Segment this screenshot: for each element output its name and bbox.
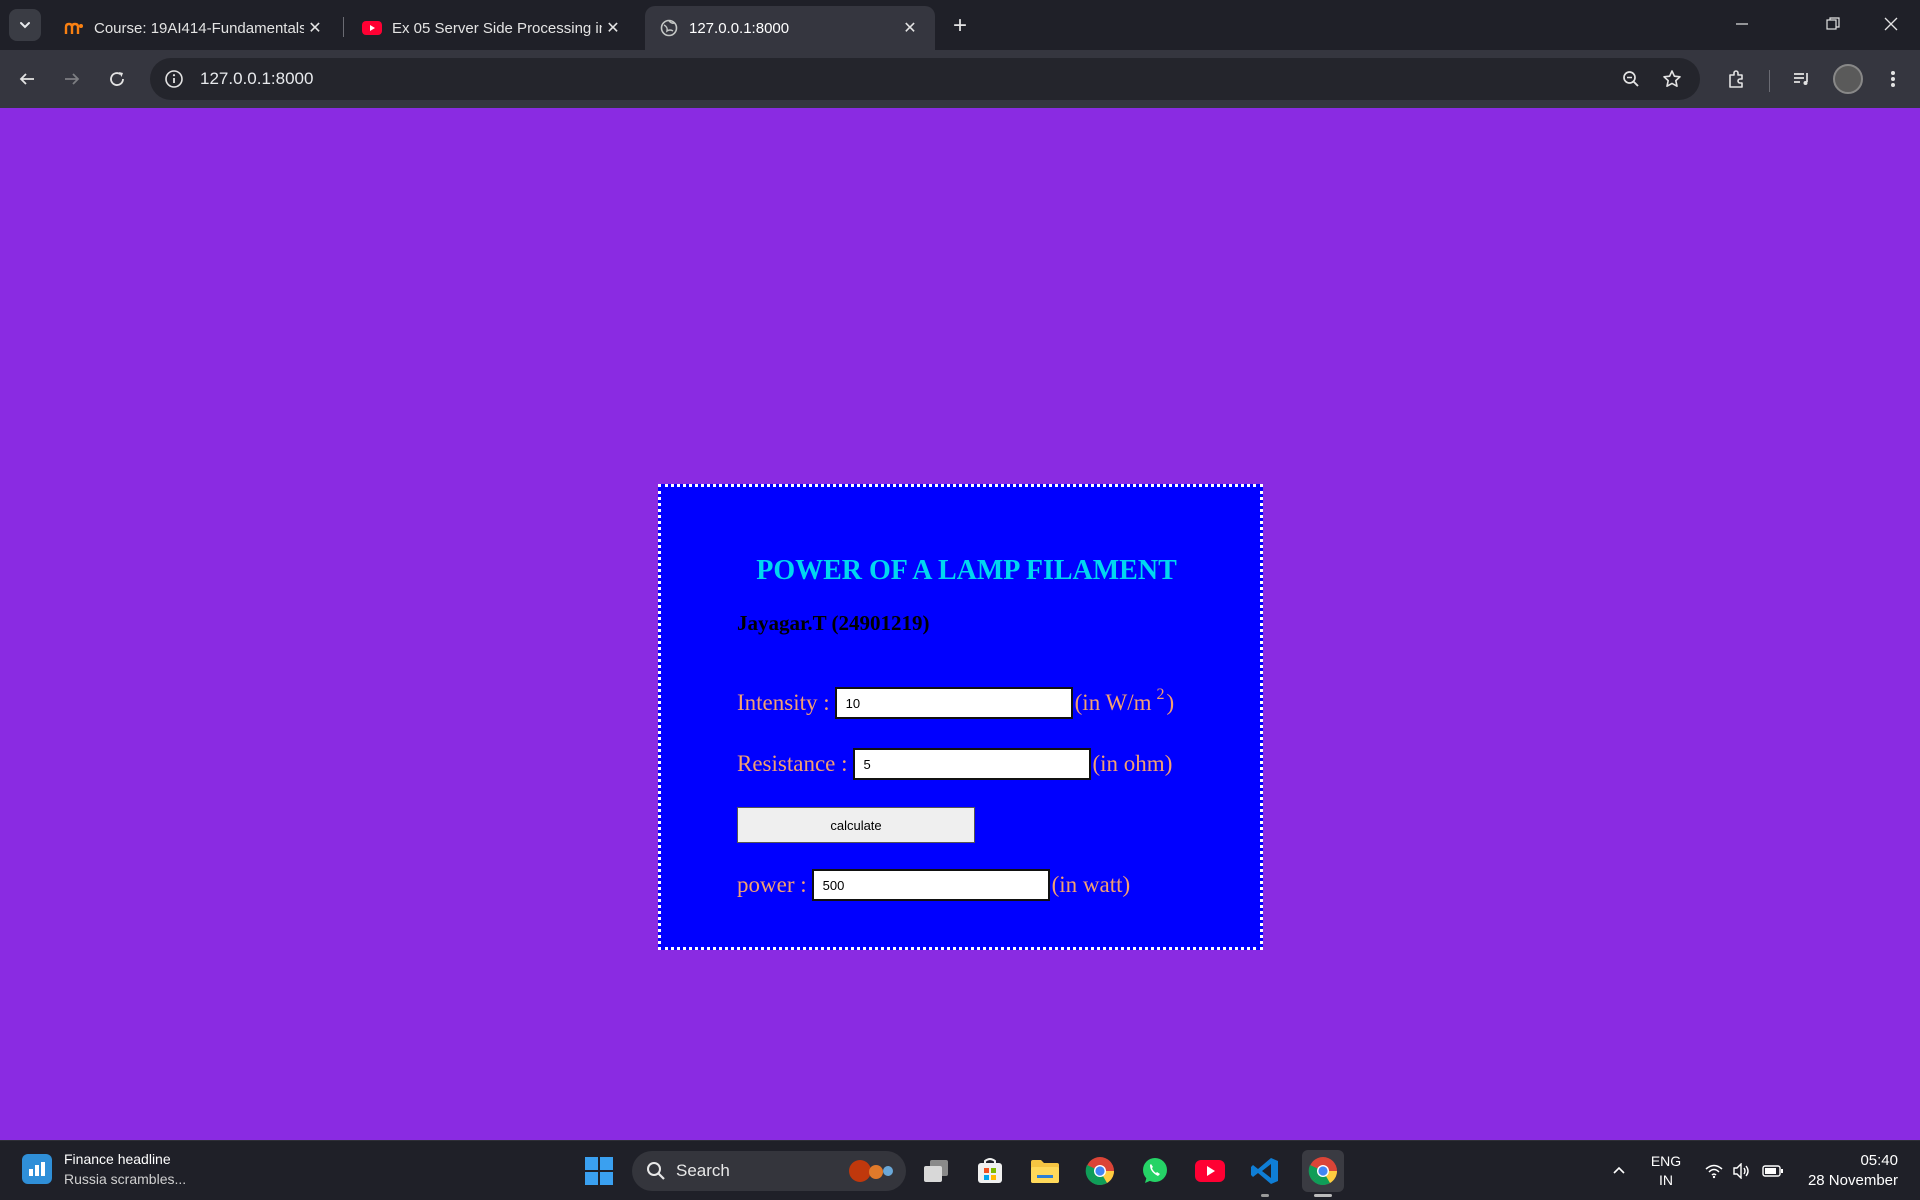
intensity-label: Intensity : xyxy=(737,690,830,715)
power-row: power : (in watt) xyxy=(737,869,1130,901)
battery-icon[interactable] xyxy=(1755,1153,1791,1189)
tab-title: 127.0.0.1:8000 xyxy=(689,19,790,37)
search-label: Search xyxy=(676,1161,730,1180)
chrome-active-icon[interactable] xyxy=(1302,1150,1344,1197)
power-label: power : xyxy=(737,872,807,897)
profile-avatar[interactable] xyxy=(1833,64,1863,94)
clock-date: 28 November xyxy=(1807,1172,1898,1189)
calculate-button[interactable]: calculate xyxy=(737,807,975,843)
file-explorer-icon[interactable] xyxy=(1027,1153,1063,1189)
more-menu-icon[interactable] xyxy=(1876,62,1910,96)
chrome-icon[interactable] xyxy=(1082,1153,1118,1189)
windows-start-icon[interactable] xyxy=(581,1153,617,1189)
back-arrow-icon[interactable] xyxy=(10,62,44,96)
intensity-row: Intensity : (in W/m2) xyxy=(737,686,1175,719)
resistance-input[interactable] xyxy=(852,748,1091,780)
youtube-app-icon[interactable] xyxy=(1192,1153,1228,1189)
youtube-icon xyxy=(362,18,382,38)
power-unit: (in watt) xyxy=(1051,872,1131,897)
microsoft-store-icon[interactable] xyxy=(972,1153,1008,1189)
tab-separator xyxy=(343,17,344,37)
widget-title: Finance headline xyxy=(64,1151,171,1167)
taskbar-search[interactable]: Search xyxy=(632,1151,906,1191)
media-controls-icon[interactable] xyxy=(1785,62,1819,96)
browser-toolbar: 127.0.0.1:8000 xyxy=(0,50,1920,108)
chevron-down-icon xyxy=(20,22,30,29)
tab-title: Course: 19AI414-Fundamentals xyxy=(94,19,304,37)
globe-icon xyxy=(659,18,679,38)
widget-subtitle: Russia scrambles... xyxy=(64,1171,187,1187)
new-tab-plus-icon[interactable]: + xyxy=(946,12,974,40)
language-indicator[interactable]: ENG IN xyxy=(1645,1141,1687,1200)
close-icon[interactable]: ✕ xyxy=(602,17,624,39)
close-icon[interactable]: ✕ xyxy=(899,17,921,39)
tab-title: Ex 05 Server Side Processing in xyxy=(392,19,602,37)
vscode-icon[interactable] xyxy=(1247,1153,1283,1197)
running-indicator xyxy=(1261,1194,1269,1197)
url-text: 127.0.0.1:8000 xyxy=(200,69,314,88)
finance-chart-icon xyxy=(22,1154,52,1184)
power-output[interactable] xyxy=(811,869,1050,901)
news-widget[interactable]: Finance headline Russia scrambles... xyxy=(22,1149,186,1189)
reload-icon[interactable] xyxy=(100,62,134,96)
chevron-up-icon[interactable] xyxy=(1601,1153,1637,1189)
minimize-icon[interactable] xyxy=(1722,8,1762,40)
taskbar: Finance headline Russia scrambles... Sea… xyxy=(0,1140,1920,1200)
toolbar-divider xyxy=(1769,70,1770,92)
moodle-icon xyxy=(64,18,84,38)
clock-time: 05:40 xyxy=(1860,1152,1898,1169)
page-title: POWER OF A LAMP FILAMENT xyxy=(756,555,1177,586)
tab-course[interactable]: Course: 19AI414-Fundamentals ✕ xyxy=(50,6,340,50)
task-view-icon[interactable] xyxy=(918,1153,954,1189)
search-highlight-icon xyxy=(849,1160,893,1182)
resistance-row: Resistance : (in ohm) xyxy=(737,748,1172,780)
author-name: Jayagar.T (24901219) xyxy=(737,611,930,635)
tab-localhost[interactable]: 127.0.0.1:8000 ✕ xyxy=(645,6,935,50)
zoom-icon[interactable] xyxy=(1614,62,1648,96)
tab-strip: Course: 19AI414-Fundamentals ✕ Ex 05 Ser… xyxy=(0,0,1920,50)
extensions-icon[interactable] xyxy=(1719,62,1753,96)
calculator-card: POWER OF A LAMP FILAMENT Jayagar.T (2490… xyxy=(658,484,1263,950)
intensity-input[interactable] xyxy=(834,687,1073,719)
bookmark-star-icon[interactable] xyxy=(1655,62,1689,96)
active-indicator xyxy=(1314,1194,1332,1197)
system-clock[interactable]: 05:40 28 November xyxy=(1790,1141,1910,1200)
close-icon[interactable]: ✕ xyxy=(304,17,326,39)
close-window-icon[interactable] xyxy=(1871,8,1911,40)
tab-youtube[interactable]: Ex 05 Server Side Processing in ✕ xyxy=(348,6,638,50)
search-icon xyxy=(646,1161,666,1181)
tab-search-button[interactable] xyxy=(9,9,41,41)
address-bar[interactable]: 127.0.0.1:8000 xyxy=(150,58,1700,100)
resistance-label: Resistance : xyxy=(737,751,848,776)
forward-arrow-icon[interactable] xyxy=(55,62,89,96)
restore-icon[interactable] xyxy=(1813,8,1853,40)
site-info-icon[interactable] xyxy=(162,67,186,91)
intensity-unit: (in W/m 2) xyxy=(1074,686,1175,715)
whatsapp-icon[interactable] xyxy=(1137,1153,1173,1189)
resistance-unit: (in ohm) xyxy=(1092,751,1173,776)
